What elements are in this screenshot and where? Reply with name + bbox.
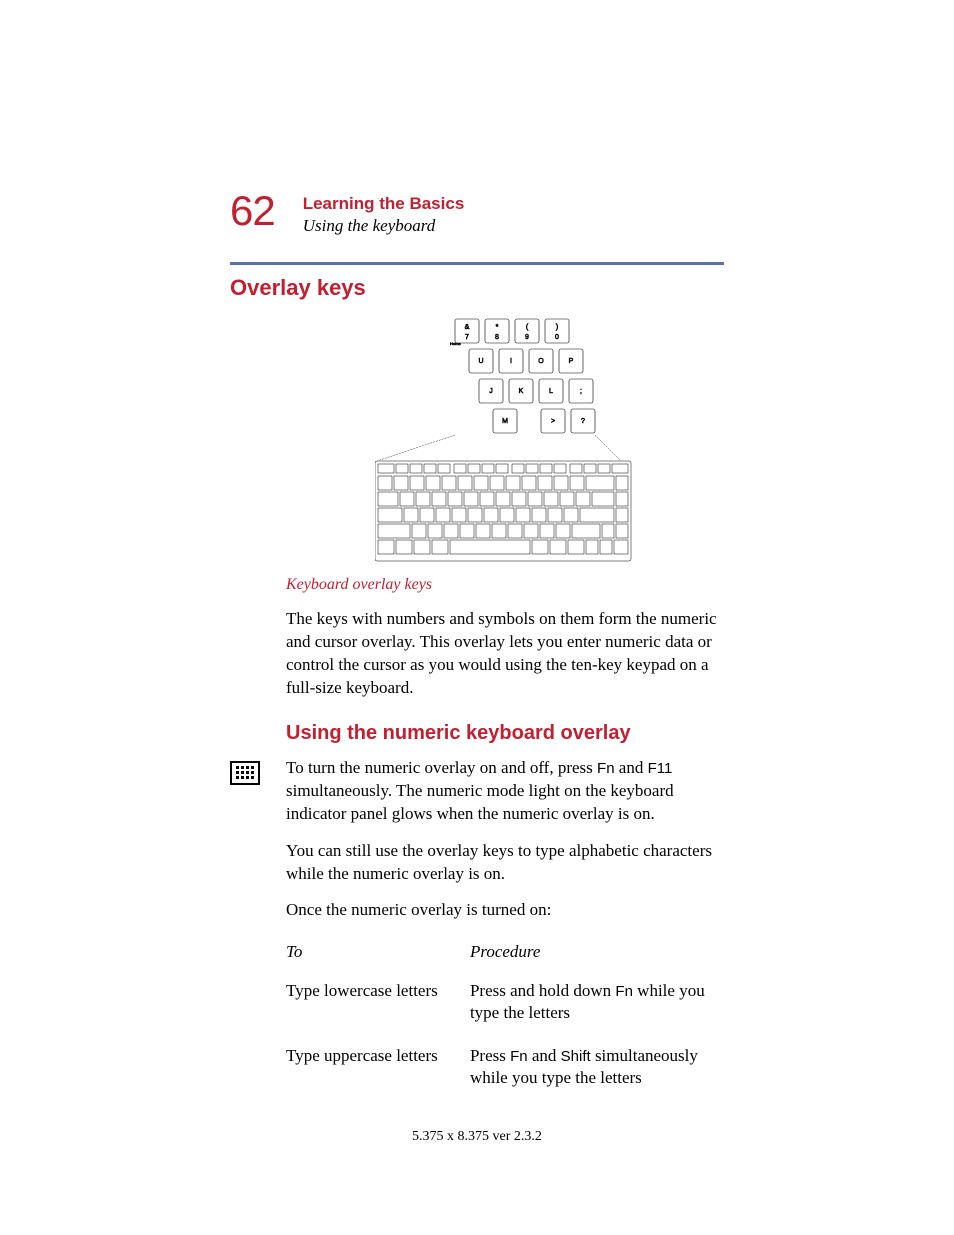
svg-text:L: L: [549, 388, 553, 395]
svg-text:Home: Home: [450, 341, 461, 346]
table-row: Type lowercase letters Press and hold do…: [286, 978, 724, 1042]
svg-text:?: ?: [581, 418, 585, 425]
svg-text:&: &: [465, 324, 470, 331]
svg-text:I: I: [510, 358, 512, 365]
page-number: 62: [230, 190, 275, 232]
svg-text:*: *: [496, 324, 499, 331]
svg-text:K: K: [519, 388, 524, 395]
svg-text:): ): [556, 324, 558, 331]
table-cell-procedure: Press and hold down Fn while you type th…: [470, 978, 724, 1042]
keyboard-diagram-icon: &7 *8 (9 )0 Home U I O P J K L: [375, 315, 635, 565]
key-f11: F11: [648, 760, 673, 777]
svg-text:9: 9: [525, 334, 529, 341]
svg-text:M: M: [502, 418, 508, 425]
section-subtitle: Using the keyboard: [303, 216, 465, 236]
table-cell-to: Type uppercase letters: [286, 1043, 470, 1107]
figure-caption: Keyboard overlay keys: [286, 576, 724, 594]
paragraph-alpha-while-overlay: You can still use the overlay keys to ty…: [286, 840, 724, 886]
keypad-icon: [230, 761, 260, 785]
svg-text:0: 0: [555, 334, 559, 341]
table-row: Type uppercase letters Press Fn and Shif…: [286, 1043, 724, 1107]
keyboard-overlay-figure: &7 *8 (9 )0 Home U I O P J K L: [286, 315, 724, 570]
svg-text:J: J: [489, 388, 493, 395]
svg-text:7: 7: [465, 334, 469, 341]
key-fn: Fn: [597, 760, 615, 777]
svg-text:U: U: [478, 358, 483, 365]
table-cell-to: Type lowercase letters: [286, 978, 470, 1042]
paragraph-once-on: Once the numeric overlay is turned on:: [286, 899, 724, 922]
table-header-to: To: [286, 936, 470, 978]
heading-numeric-overlay: Using the numeric keyboard overlay: [286, 722, 724, 745]
page-footer: 5.375 x 8.375 ver 2.3.2: [0, 1129, 954, 1145]
svg-text:8: 8: [495, 334, 499, 341]
chapter-title: Learning the Basics: [303, 194, 465, 214]
svg-text:;: ;: [580, 388, 582, 395]
procedure-table: To Procedure Type lowercase letters Pres…: [286, 936, 724, 1106]
svg-text:>: >: [551, 418, 555, 425]
table-cell-procedure: Press Fn and Shift simultaneously while …: [470, 1043, 724, 1107]
horizontal-rule: [230, 262, 724, 265]
paragraph-toggle-overlay: To turn the numeric overlay on and off, …: [286, 757, 724, 826]
heading-overlay-keys: Overlay keys: [230, 275, 724, 301]
svg-text:O: O: [538, 358, 544, 365]
page-header: 62 Learning the Basics Using the keyboar…: [230, 190, 724, 236]
paragraph-overlay-description: The keys with numbers and symbols on the…: [286, 608, 724, 700]
table-header-procedure: Procedure: [470, 936, 724, 978]
svg-text:P: P: [569, 358, 574, 365]
